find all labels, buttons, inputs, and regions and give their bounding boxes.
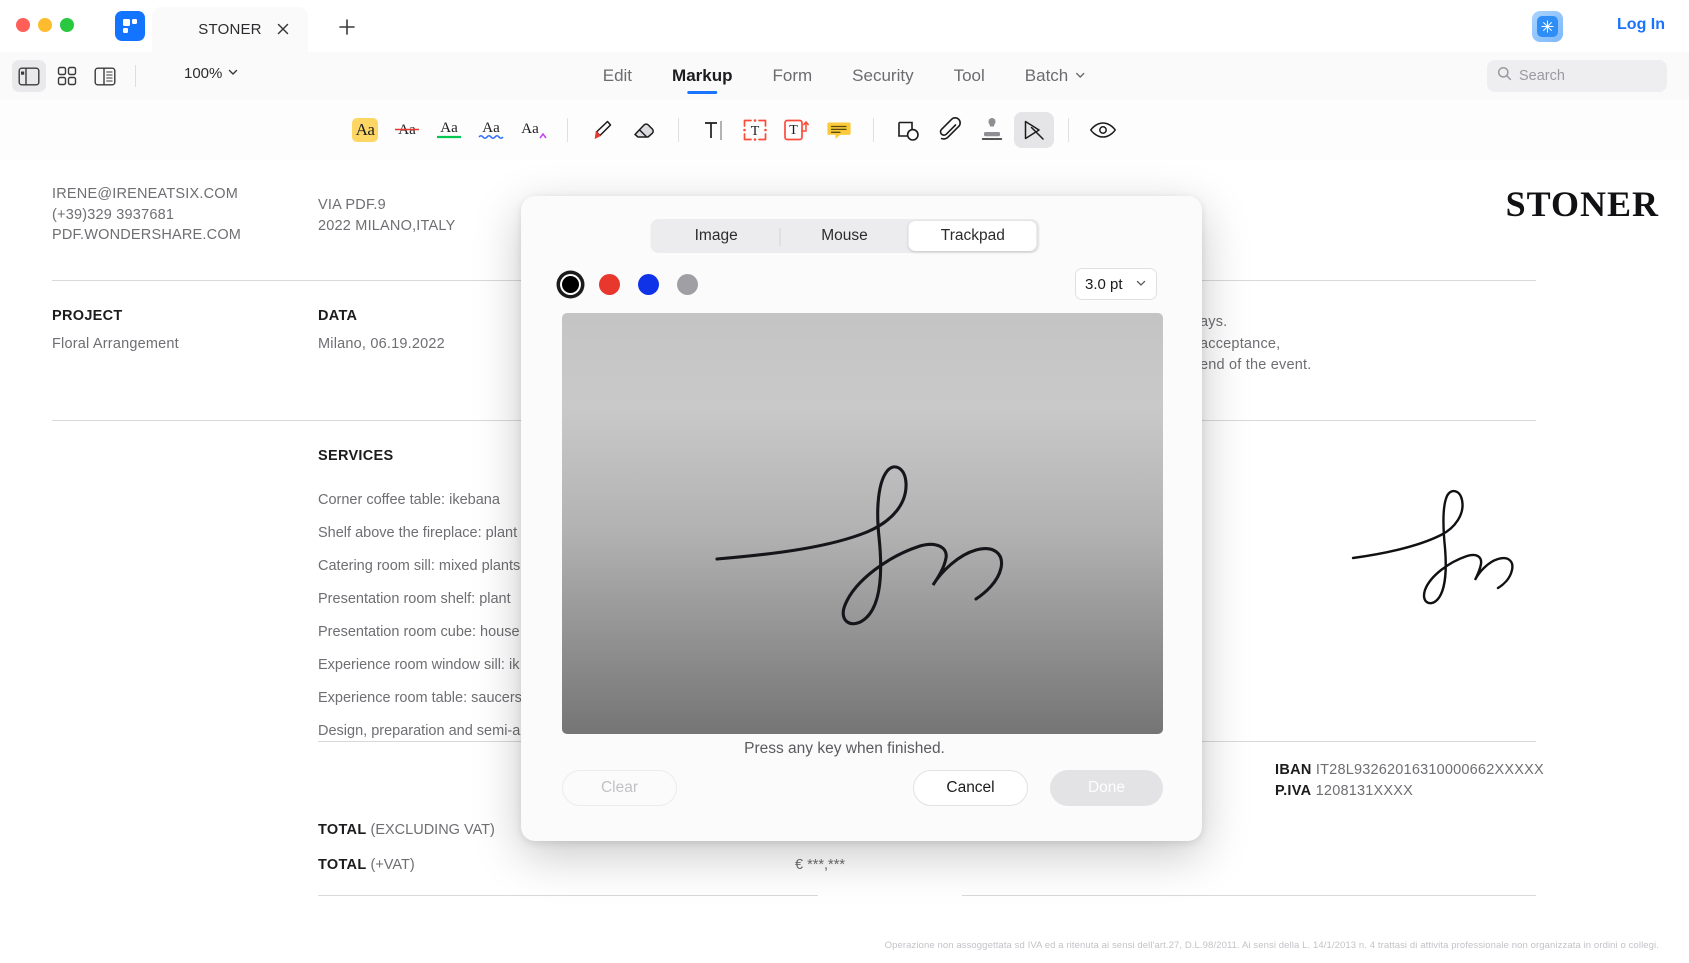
modal-overlay: Image Mouse Trackpad 3.0 pt Press any ke… — [0, 0, 1689, 963]
thickness-select[interactable]: 3.0 pt — [1075, 268, 1157, 300]
signature-source-tabs: Image Mouse Trackpad — [650, 219, 1039, 253]
color-swatch-black[interactable] — [560, 274, 581, 295]
color-swatch-gray[interactable] — [677, 274, 698, 295]
tab-mouse[interactable]: Mouse — [780, 221, 908, 251]
signature-hint-text: Press any key when finished. — [744, 740, 945, 757]
chevron-down-icon — [1135, 276, 1147, 293]
done-button[interactable]: Done — [1050, 770, 1163, 806]
color-swatch-red[interactable] — [599, 274, 620, 295]
tab-image[interactable]: Image — [652, 221, 781, 251]
color-swatches — [560, 274, 698, 295]
signature-draw-canvas[interactable] — [562, 313, 1163, 734]
tab-label: Image — [694, 227, 738, 244]
tab-trackpad[interactable]: Trackpad — [908, 221, 1037, 251]
tab-label: Trackpad — [940, 227, 1005, 244]
tab-label: Mouse — [821, 227, 868, 244]
thickness-value: 3.0 pt — [1085, 275, 1123, 293]
clear-button[interactable]: Clear — [562, 770, 677, 806]
color-swatch-blue[interactable] — [638, 274, 659, 295]
cancel-button[interactable]: Cancel — [913, 770, 1028, 806]
